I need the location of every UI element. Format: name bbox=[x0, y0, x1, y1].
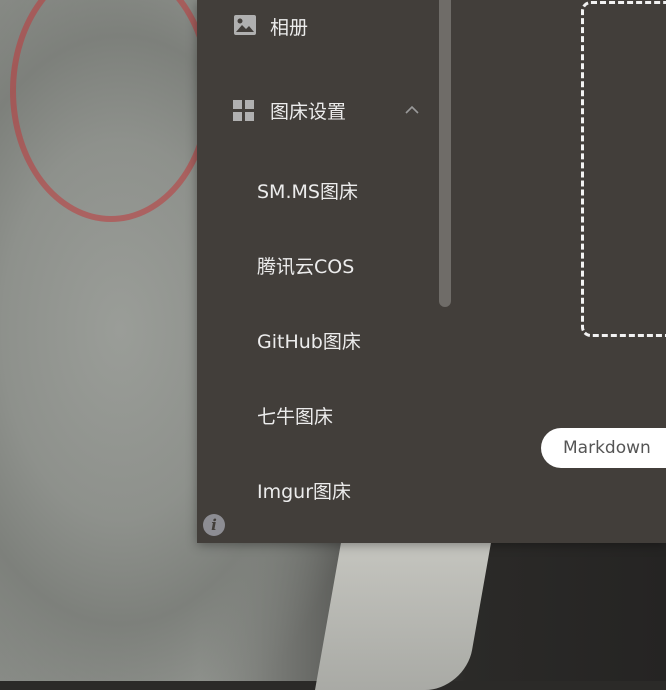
markdown-label: Markdown bbox=[563, 438, 651, 458]
menu-item-image-host-settings[interactable]: 图床设置 bbox=[197, 80, 437, 140]
grid-icon bbox=[233, 100, 257, 124]
info-icon[interactable]: i bbox=[203, 514, 225, 536]
chevron-up-icon[interactable] bbox=[405, 100, 419, 114]
format-toggle-markdown[interactable]: Markdown bbox=[541, 428, 666, 468]
side-drawer: 相册 图床设置 SM.MS图床 腾讯云COS GitHub图床 七牛图床 Img… bbox=[197, 0, 666, 543]
upload-dropzone[interactable] bbox=[581, 1, 666, 337]
album-label: 相册 bbox=[270, 16, 309, 39]
sub-item-tencent-cos[interactable]: 腾讯云COS bbox=[257, 245, 354, 285]
menu-scrollbar[interactable] bbox=[439, 0, 451, 307]
sub-item-qiniu[interactable]: 七牛图床 bbox=[257, 395, 333, 435]
menu-item-album[interactable]: 相册 bbox=[197, 0, 437, 56]
image-icon bbox=[233, 14, 257, 38]
sub-item-imgur[interactable]: Imgur图床 bbox=[257, 470, 351, 510]
sub-item-github[interactable]: GitHub图床 bbox=[257, 320, 361, 360]
nav-menu: 相册 图床设置 SM.MS图床 腾讯云COS GitHub图床 七牛图床 Img… bbox=[197, 0, 457, 543]
image-host-settings-label: 图床设置 bbox=[270, 100, 347, 123]
sub-item-smms[interactable]: SM.MS图床 bbox=[257, 170, 358, 210]
